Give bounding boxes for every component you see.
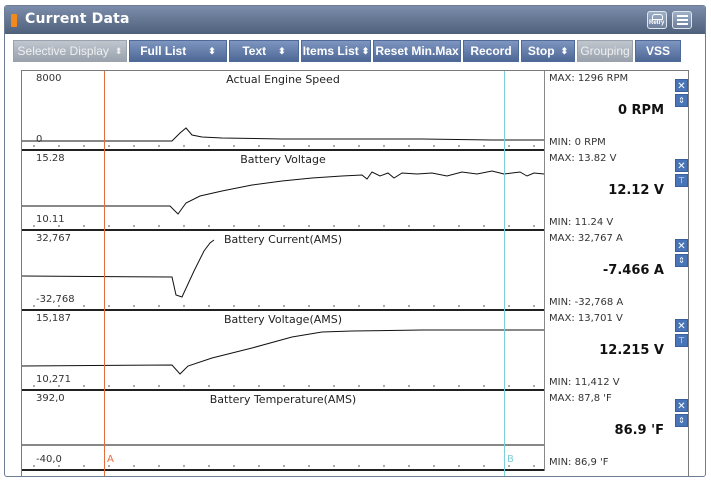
graph-row: 15,187 10,271 Battery Voltage(AMS) MAX: 13,…	[21, 311, 688, 391]
min-value: MIN: 11,412 V	[549, 377, 620, 388]
max-value: MAX: 32,767 A	[549, 233, 623, 244]
axis-min-label: -40,0	[36, 454, 62, 465]
graph-row: 15.28 10.11 Battery Voltage MAX: 13.82 V 12.…	[22, 151, 688, 231]
axis-min-label: 10.11	[36, 214, 65, 225]
cursor-a-line[interactable]	[104, 71, 105, 476]
grouping-button[interactable]: Grouping	[577, 40, 633, 62]
scale-icon[interactable]: ⊤	[675, 334, 688, 347]
scale-icon[interactable]: ⇕	[675, 94, 688, 107]
scale-icon[interactable]: ⇕	[675, 414, 688, 427]
graph-title: Actual Engine Speed	[226, 73, 340, 86]
min-value: MIN: -32,768 A	[549, 297, 624, 308]
stop-label: Stop	[527, 44, 555, 58]
spinner-icon: ⬍	[361, 45, 370, 56]
min-value: MIN: 0 RPM	[549, 137, 606, 148]
cursor-b-line[interactable]	[504, 71, 505, 476]
min-value: MIN: 11.24 V	[549, 217, 614, 228]
value-panel: MAX: 13,701 V 12.215 V MIN: 11,412 V ✕ ⊤	[544, 311, 688, 391]
menu-icon	[677, 15, 688, 17]
axis-min-label: -32,768	[36, 294, 75, 305]
vss-label: VSS	[645, 44, 670, 58]
graph-title: Battery Temperature(AMS)	[209, 393, 357, 406]
menu-icon-line	[677, 19, 688, 21]
value-panel: MAX: 1296 RPM 0 RPM MIN: 0 RPM ✕ ⇕	[544, 71, 688, 151]
reset-min-max-button[interactable]: Reset Min.Max	[373, 40, 461, 62]
current-data-window: Current Data Retry Selective Display ⬍ Fu…	[4, 5, 706, 477]
current-value: -7.466 A	[602, 263, 664, 278]
max-value: MAX: 13,701 V	[549, 313, 623, 324]
retry-label: Retry	[649, 20, 665, 26]
flag-icon	[11, 14, 17, 27]
current-value: 12.12 V	[608, 183, 664, 198]
reset-min-max-label: Reset Min.Max	[375, 44, 459, 58]
axis-min-label: 0	[36, 134, 43, 145]
cursor-a-label: A	[107, 454, 114, 465]
graph-title: Battery Voltage	[240, 153, 326, 166]
trace-line	[21, 329, 544, 375]
scale-icon[interactable]: ⇕	[675, 254, 688, 267]
close-icon[interactable]: ✕	[675, 159, 688, 172]
trace-line	[22, 170, 545, 215]
items-list-label: Items List	[302, 44, 359, 58]
vss-button[interactable]: VSS	[635, 40, 681, 62]
trace-line	[22, 127, 544, 142]
retry-button[interactable]: Retry	[647, 11, 667, 29]
close-icon[interactable]: ✕	[675, 79, 688, 92]
spinner-icon: ⬍	[114, 45, 123, 56]
min-value: MIN: 86,9 'F	[549, 457, 609, 468]
graph-panel: 8000 0 Actual Engine Speed MAX: 1296 RPM 0 R…	[21, 70, 689, 476]
spinner-icon: ⬍	[208, 45, 216, 56]
graph-row: 8000 0 Actual Engine Speed MAX: 1296 RPM 0 R…	[22, 71, 688, 151]
axis-min-label: 10,271	[36, 374, 71, 385]
value-panel: MAX: 87,8 'F 86.9 'F MIN: 86,9 'F ✕ ⇕	[544, 391, 688, 471]
title-bar: Current Data Retry	[5, 6, 705, 34]
graph-title: Battery Voltage(AMS)	[223, 313, 343, 326]
selective-display-button[interactable]: Selective Display ⬍	[13, 40, 127, 62]
current-value: 86.9 'F	[614, 423, 664, 438]
toolbar: Selective Display ⬍ Full List ⬍ Text ⬍ Item…	[5, 40, 705, 66]
graph-row: 32,767 -32,768 Battery Current(AMS) MAX: 32…	[21, 231, 688, 311]
current-value: 12.215 V	[599, 343, 664, 358]
graph-title: Battery Current(AMS)	[223, 233, 343, 246]
menu-icon-line	[677, 23, 688, 25]
selective-display-label: Selective Display	[17, 44, 109, 58]
items-list-button[interactable]: Items List ⬍	[301, 40, 371, 62]
record-label: Record	[470, 44, 512, 58]
stop-button[interactable]: Stop ⬍	[521, 40, 575, 62]
full-list-label: Full List	[140, 44, 187, 58]
scale-icon[interactable]: ⊤	[675, 174, 688, 187]
trace-line	[21, 239, 215, 298]
text-label: Text	[242, 44, 267, 58]
graph-row: 392,0 -40,0 Battery Temperature(AMS) MAX: 8…	[22, 391, 688, 471]
value-panel: MAX: 13.82 V 12.12 V MIN: 11.24 V ✕ ⊤	[544, 151, 688, 231]
value-panel: MAX: 32,767 A -7.466 A MIN: -32,768 A ✕ ⇕	[544, 231, 688, 311]
spinner-icon: ⬍	[560, 45, 569, 56]
current-value: 0 RPM	[617, 103, 664, 118]
close-icon[interactable]: ✕	[675, 319, 688, 332]
record-button[interactable]: Record	[463, 40, 519, 62]
spinner-icon: ⬍	[278, 45, 286, 56]
close-icon[interactable]: ✕	[675, 399, 688, 412]
window-title: Current Data	[25, 11, 130, 27]
grouping-label: Grouping	[580, 44, 630, 58]
full-list-button[interactable]: Full List ⬍	[129, 40, 227, 62]
max-value: MAX: 1296 RPM	[549, 73, 629, 84]
graph-divider	[22, 469, 544, 471]
max-value: MAX: 87,8 'F	[549, 393, 612, 404]
menu-button[interactable]	[672, 11, 692, 29]
max-value: MAX: 13.82 V	[549, 153, 617, 164]
cursor-b-label: B	[507, 454, 514, 465]
text-button[interactable]: Text ⬍	[229, 40, 299, 62]
close-icon[interactable]: ✕	[675, 239, 688, 252]
